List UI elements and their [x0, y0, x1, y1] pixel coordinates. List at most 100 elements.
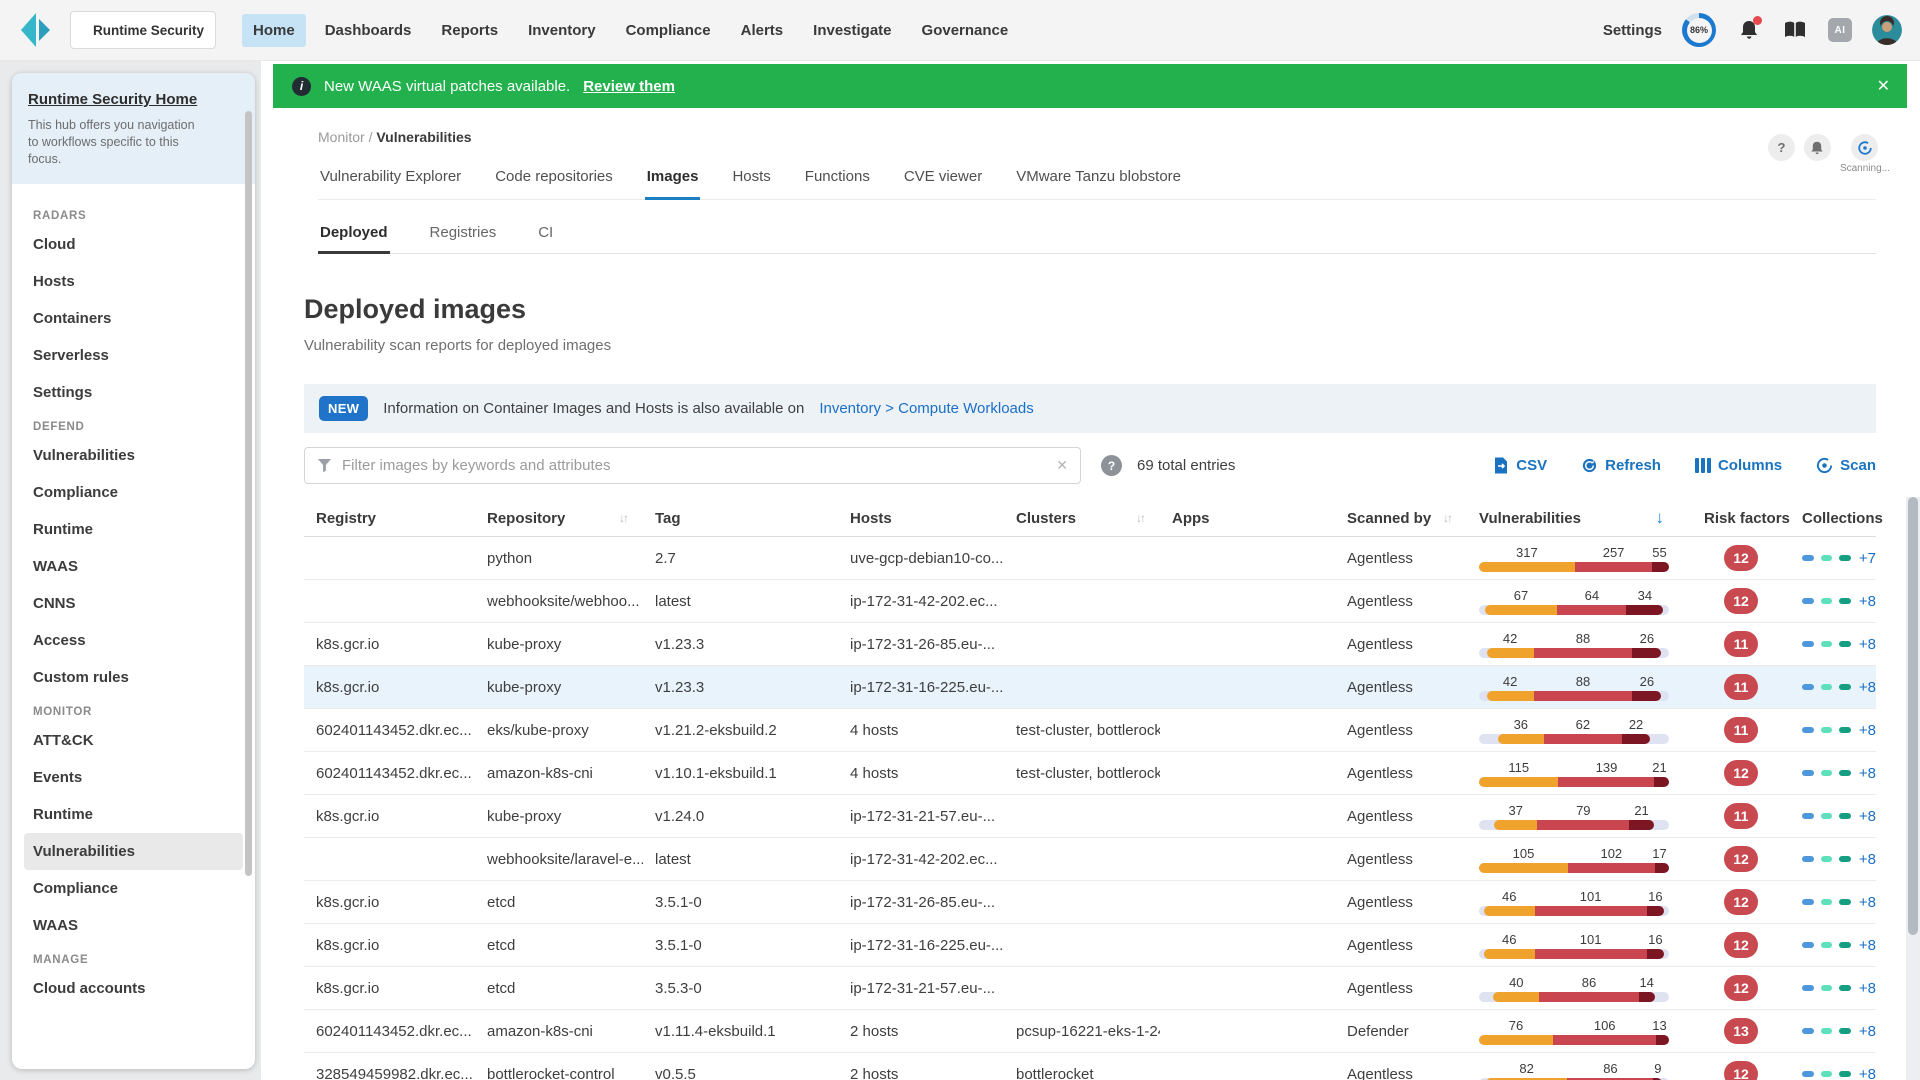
cell-collections[interactable]: +8 [1790, 851, 1876, 868]
tab[interactable]: Hosts [730, 158, 772, 200]
table-scrollbar[interactable] [1906, 497, 1920, 1080]
filter-input[interactable] [342, 457, 1046, 474]
sidebar-item[interactable]: Runtime [24, 511, 243, 548]
sidebar-item[interactable]: ATT&CK [24, 722, 243, 759]
subtab[interactable]: Registries [428, 216, 499, 254]
table-row[interactable]: k8s.gcr.io etcd 3.5.1-0 ip-172-31-16-225… [304, 924, 1876, 967]
risk-factors-badge[interactable]: 13 [1724, 1018, 1758, 1044]
cell-collections[interactable]: +8 [1790, 593, 1876, 610]
nav-item[interactable]: Investigate [802, 14, 902, 47]
vulnerability-bar[interactable]: 11513921 [1479, 760, 1669, 787]
filter-help-icon[interactable]: ? [1101, 455, 1122, 476]
subtab[interactable]: CI [536, 216, 555, 254]
cell-collections[interactable]: +8 [1790, 722, 1876, 739]
col-repository[interactable]: Repository↓↑ [475, 500, 643, 536]
sidebar-item[interactable]: Cloud [24, 226, 243, 263]
sidebar-item[interactable]: Hosts [24, 263, 243, 300]
table-row[interactable]: webhooksite/laravel-e... latest ip-172-3… [304, 838, 1876, 881]
risk-factors-badge[interactable]: 12 [1724, 588, 1758, 614]
notifications-bell-icon[interactable] [1736, 17, 1762, 43]
col-vulnerabilities[interactable]: Vulnerabilities↓ [1467, 500, 1692, 536]
app-logo-icon[interactable] [16, 9, 56, 51]
tab[interactable]: Images [645, 158, 701, 200]
vulnerability-bar[interactable]: 676434 [1479, 588, 1669, 615]
risk-factors-badge[interactable]: 11 [1724, 803, 1758, 829]
sidebar-scrollbar[interactable] [245, 111, 252, 876]
col-hosts[interactable]: Hosts [838, 500, 1004, 536]
collections-more[interactable]: +8 [1859, 765, 1876, 782]
col-clusters[interactable]: Clusters↓↑ [1004, 500, 1160, 536]
vulnerability-bar[interactable]: 366222 [1479, 717, 1669, 744]
ai-copilot-icon[interactable]: AI [1828, 18, 1852, 42]
table-row[interactable]: k8s.gcr.io etcd 3.5.3-0 ip-172-31-21-57.… [304, 967, 1876, 1010]
sidebar-item[interactable]: Cloud accounts [24, 970, 243, 1007]
table-row[interactable]: 602401143452.dkr.ec... amazon-k8s-cni v1… [304, 1010, 1876, 1053]
sidebar-item[interactable]: WAAS [24, 548, 243, 585]
tab[interactable]: Vulnerability Explorer [318, 158, 463, 200]
cell-collections[interactable]: +8 [1790, 679, 1876, 696]
risk-factors-badge[interactable]: 11 [1724, 631, 1758, 657]
collections-more[interactable]: +8 [1859, 722, 1876, 739]
vulnerability-bar[interactable]: 428826 [1479, 674, 1669, 701]
nav-item[interactable]: Compliance [615, 14, 722, 47]
cell-collections[interactable]: +8 [1790, 1023, 1876, 1040]
vulnerability-bar[interactable]: 4610116 [1479, 889, 1669, 916]
sidebar-item[interactable]: Vulnerabilities [24, 833, 243, 870]
risk-factors-badge[interactable]: 12 [1724, 846, 1758, 872]
table-row[interactable]: k8s.gcr.io kube-proxy v1.23.3 ip-172-31-… [304, 623, 1876, 666]
risk-factors-badge[interactable]: 12 [1724, 889, 1758, 915]
alerts-bell-icon[interactable] [1804, 134, 1831, 161]
settings-link[interactable]: Settings [1603, 22, 1662, 39]
cell-collections[interactable]: +8 [1790, 808, 1876, 825]
sidebar-item[interactable]: Vulnerabilities [24, 437, 243, 474]
collections-more[interactable]: +8 [1859, 894, 1876, 911]
table-row[interactable]: webhooksite/webhoo... latest ip-172-31-4… [304, 580, 1876, 623]
vulnerability-bar[interactable]: 4610116 [1479, 932, 1669, 959]
risk-factors-badge[interactable]: 11 [1724, 674, 1758, 700]
risk-factors-badge[interactable]: 12 [1724, 975, 1758, 1001]
table-row[interactable]: k8s.gcr.io etcd 3.5.1-0 ip-172-31-26-85.… [304, 881, 1876, 924]
vulnerability-bar[interactable]: 377921 [1479, 803, 1669, 830]
col-scanned-by[interactable]: Scanned by↓↑ [1335, 500, 1467, 536]
sort-desc-icon[interactable]: ↓ [1656, 508, 1665, 528]
collections-more[interactable]: +7 [1859, 550, 1876, 567]
col-registry[interactable]: Registry [304, 500, 475, 536]
sidebar-item[interactable]: Serverless [24, 337, 243, 374]
sidebar-item[interactable]: WAAS [24, 907, 243, 944]
sidebar-item[interactable]: Containers [24, 300, 243, 337]
collections-more[interactable]: +8 [1859, 851, 1876, 868]
cell-collections[interactable]: +8 [1790, 765, 1876, 782]
tab[interactable]: Code repositories [493, 158, 615, 200]
col-tag[interactable]: Tag [643, 500, 838, 536]
sidebar-item[interactable]: Events [24, 759, 243, 796]
table-row[interactable]: 602401143452.dkr.ec... amazon-k8s-cni v1… [304, 752, 1876, 795]
product-switcher-dropdown[interactable]: Runtime Security [70, 11, 216, 49]
sort-icon[interactable]: ↓↑ [1443, 511, 1451, 525]
csv-button[interactable]: CSV [1493, 457, 1547, 474]
tab[interactable]: CVE viewer [902, 158, 984, 200]
subtab[interactable]: Deployed [318, 216, 390, 254]
sidebar-item[interactable]: Settings [24, 374, 243, 411]
risk-factors-badge[interactable]: 12 [1724, 545, 1758, 571]
cell-collections[interactable]: +7 [1790, 550, 1876, 567]
table-row[interactable]: python 2.7 uve-gcp-debian10-co... Agentl… [304, 537, 1876, 580]
table-row[interactable]: k8s.gcr.io kube-proxy v1.24.0 ip-172-31-… [304, 795, 1876, 838]
cell-collections[interactable]: +8 [1790, 636, 1876, 653]
collections-more[interactable]: +8 [1859, 937, 1876, 954]
user-avatar[interactable] [1872, 15, 1902, 45]
help-icon[interactable]: ? [1768, 134, 1795, 161]
vulnerability-bar[interactable]: 31725755 [1479, 545, 1669, 572]
sidebar-item[interactable]: Runtime [24, 796, 243, 833]
nav-item[interactable]: Reports [430, 14, 509, 47]
clear-filter-icon[interactable]: ✕ [1056, 457, 1068, 474]
vulnerability-bar[interactable]: 428826 [1479, 631, 1669, 658]
nav-item[interactable]: Home [242, 14, 306, 47]
scan-button[interactable]: Scan [1816, 457, 1876, 474]
collections-more[interactable]: +8 [1859, 1066, 1876, 1080]
risk-factors-badge[interactable]: 12 [1724, 760, 1758, 786]
vulnerability-bar[interactable]: 7610613 [1479, 1018, 1669, 1045]
cell-collections[interactable]: +8 [1790, 1066, 1876, 1080]
nav-item[interactable]: Alerts [730, 14, 795, 47]
sidebar-item[interactable]: Access [24, 622, 243, 659]
col-risk-factors[interactable]: Risk factors [1692, 500, 1790, 536]
